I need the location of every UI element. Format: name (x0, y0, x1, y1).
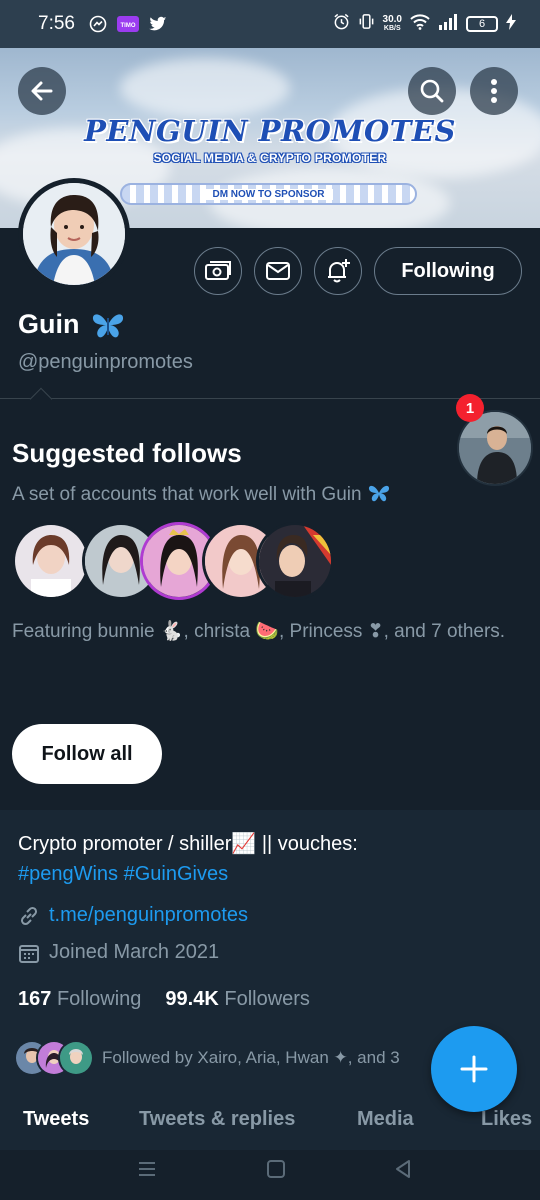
message-button[interactable] (254, 247, 302, 295)
profile-avatar[interactable] (18, 178, 130, 290)
plus-icon (460, 1055, 488, 1083)
back-button[interactable] (18, 67, 66, 115)
follower-avatar (58, 1040, 94, 1076)
follow-all-button[interactable]: Follow all (12, 724, 162, 784)
home-icon[interactable] (265, 1158, 287, 1180)
status-bar: 7:56 TIMO 30.0 KB/S 6 (0, 0, 540, 48)
tab-media[interactable]: Media (357, 1108, 414, 1131)
money-icon (205, 261, 231, 280)
system-nav-bar (0, 1150, 540, 1200)
profile-handle: @penguinpromotes (18, 351, 193, 373)
follow-counts: 167 Following 99.4K Followers (18, 988, 310, 1011)
banner-cta: DM NOW TO SPONSOR (120, 183, 417, 205)
search-button[interactable] (408, 67, 456, 115)
vibrate-icon (358, 13, 375, 35)
profile-link[interactable]: t.me/penguinpromotes (49, 904, 248, 927)
calendar-icon (19, 944, 39, 963)
net-speed: 30.0 KB/S (382, 14, 402, 33)
search-icon (420, 79, 444, 103)
tab-tweets-replies[interactable]: Tweets & replies (139, 1108, 295, 1131)
twitter-bird-icon (148, 16, 167, 32)
suggested-avatar[interactable] (12, 522, 90, 600)
recent-apps-icon[interactable] (136, 1158, 158, 1180)
envelope-icon (266, 262, 290, 280)
banner-title: PENGUIN PROMOTES (84, 114, 456, 148)
back-arrow-icon (31, 81, 53, 101)
suggested-follows-description: A set of accounts that work well with Gu… (12, 483, 391, 506)
timo-app-icon: TIMO (116, 16, 139, 32)
charging-icon (506, 13, 516, 35)
signal-icon (438, 13, 458, 35)
followed-by-row[interactable]: Followed by Xairo, Aria, Hwan ✦, and 3 (14, 1040, 400, 1076)
following-button[interactable]: Following (374, 247, 522, 295)
link-icon (20, 906, 38, 925)
following-count[interactable]: 167 Following (18, 988, 141, 1011)
more-vertical-icon (491, 79, 497, 103)
status-time: 7:56 (38, 13, 75, 34)
tip-jar-button[interactable] (194, 247, 242, 295)
profile-name: Guin (18, 309, 126, 340)
followers-count[interactable]: 99.4K Followers (165, 988, 310, 1011)
svg-text:TIMO: TIMO (120, 23, 135, 29)
bio-hashtags[interactable]: #pengWins #GuinGives (18, 859, 518, 889)
profile-link-row[interactable]: t.me/penguinpromotes (18, 904, 248, 927)
tab-tweets[interactable]: Tweets (23, 1108, 89, 1131)
butterfly-icon (368, 485, 389, 502)
suggested-avatar[interactable] (256, 522, 334, 600)
suggested-follows-title: Suggested follows (12, 438, 242, 468)
messenger-icon (89, 15, 107, 33)
suggested-featuring-text: Featuring bunnie 🐇, christa 🍉, Princess … (12, 621, 506, 642)
notifications-button[interactable] (314, 247, 362, 295)
joined-row: Joined March 2021 (18, 941, 219, 964)
bell-plus-icon (328, 259, 350, 283)
battery-indicator: 6 (466, 16, 498, 32)
banner-subtitle: SOCIAL MEDIA & CRYPTO PROMOTER (153, 151, 387, 165)
chat-head-badge: 1 (456, 394, 484, 422)
more-options-button[interactable] (470, 67, 518, 115)
butterfly-icon (92, 313, 123, 337)
tab-likes[interactable]: Likes (481, 1108, 532, 1131)
profile-bio: Crypto promoter / shiller📈 || vouches: #… (18, 829, 518, 889)
wifi-icon (410, 13, 430, 35)
compose-tweet-button[interactable] (431, 1026, 517, 1112)
alarm-icon (333, 13, 350, 35)
back-icon[interactable] (392, 1158, 414, 1180)
